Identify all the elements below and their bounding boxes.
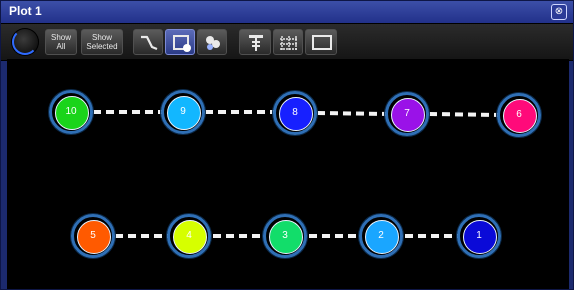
show-selected-line2: Selected <box>86 42 118 51</box>
truss-tool-icon <box>249 35 263 51</box>
show-all-line1: Show <box>50 33 71 42</box>
fixture-number: 4 <box>186 230 192 241</box>
select-fixture-icon <box>173 35 191 52</box>
plot-canvas[interactable]: 10 9 8 7 6 5 4 3 2 1 <box>7 59 569 289</box>
fixture-number: 7 <box>404 108 410 119</box>
fixture-number: 8 <box>292 107 298 118</box>
fixture-3[interactable]: 3 <box>263 214 307 258</box>
window-title: Plot 1 <box>9 4 42 18</box>
grid-toggle-button[interactable] <box>273 29 303 55</box>
rectangle-icon <box>312 35 332 50</box>
plot-window: Plot 1 ⊗ Show All Show Selected 10 9 8 7… <box>0 0 574 290</box>
title-bar[interactable]: Plot 1 ⊗ <box>1 1 573 23</box>
rectangle-tool-button[interactable] <box>305 29 337 55</box>
fixture-number: 3 <box>282 230 288 241</box>
dial-ring-icon <box>12 29 38 55</box>
grid-icon <box>280 36 298 50</box>
truss-tool-button[interactable] <box>239 29 271 55</box>
fixture-7[interactable]: 7 <box>385 92 429 136</box>
fixture-number: 9 <box>180 106 186 117</box>
toolbar: Show All Show Selected <box>1 23 573 61</box>
move-fixtures-button[interactable] <box>197 29 227 55</box>
fixture-4[interactable]: 4 <box>167 214 211 258</box>
show-selected-line1: Show <box>91 33 112 42</box>
close-icon[interactable]: ⊗ <box>551 4 567 20</box>
fixture-number: 5 <box>90 230 96 241</box>
fixture-9[interactable]: 9 <box>161 90 205 134</box>
curve-tool-button[interactable] <box>133 29 163 55</box>
fixture-number: 10 <box>65 106 77 117</box>
curve-tool-icon <box>141 35 158 51</box>
show-all-line2: All <box>56 42 66 51</box>
fixture-1[interactable]: 1 <box>457 214 501 258</box>
link-line <box>428 112 500 117</box>
zoom-dial[interactable] <box>11 28 39 56</box>
move-fixtures-icon <box>206 36 220 50</box>
select-fixture-button[interactable] <box>165 29 195 55</box>
link-line <box>316 111 388 116</box>
fixture-number: 6 <box>516 109 522 120</box>
fixture-number: 1 <box>476 230 482 241</box>
fixture-8[interactable]: 8 <box>273 91 317 135</box>
show-selected-button[interactable]: Show Selected <box>81 29 123 55</box>
show-all-button[interactable]: Show All <box>45 29 77 55</box>
fixture-number: 2 <box>378 230 384 241</box>
fixture-5[interactable]: 5 <box>71 214 115 258</box>
fixture-6[interactable]: 6 <box>497 93 541 137</box>
fixture-10[interactable]: 10 <box>49 90 93 134</box>
fixture-2[interactable]: 2 <box>359 214 403 258</box>
